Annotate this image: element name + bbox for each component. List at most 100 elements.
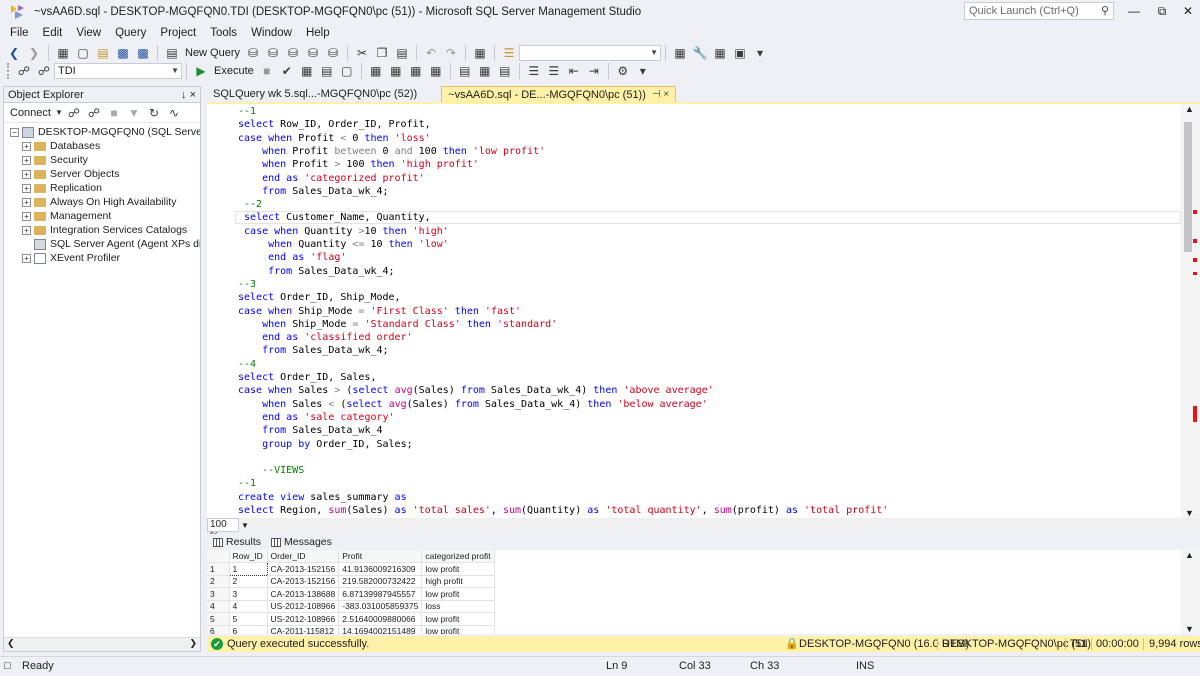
table-cell[interactable]: 2.51640009880066 [338,612,423,626]
code-line[interactable]: select Region, sum(Sales) as 'total sale… [207,504,1181,517]
table-cell[interactable]: 4 [229,600,268,613]
table-row[interactable]: 4 4 US-2012-108966 -383.031005859375 loss [207,600,495,613]
restore-button[interactable]: ⧉ [1150,3,1174,19]
table-cell[interactable]: CA-2013-152156 [267,562,340,576]
specify-template-values-icon[interactable]: ⚙ [614,62,632,80]
menu-edit[interactable]: Edit [36,24,70,42]
menu-window[interactable]: Window [244,24,299,42]
code-line[interactable]: --3 [207,278,1181,291]
code-line[interactable]: --1 [207,105,1181,118]
scroll-up-icon[interactable]: ▲ [1185,104,1194,114]
error-marker[interactable] [1193,210,1197,214]
code-line[interactable]: select Order_ID, Sales, [207,371,1181,384]
tree-node[interactable]: + Security [4,153,200,167]
table-cell[interactable]: 2 [229,575,268,588]
panel-pin-close-icons[interactable]: ↓ × [181,89,196,101]
increase-indent-icon[interactable]: ⇥ [585,62,603,80]
table-row[interactable]: 5 5 US-2012-108966 2.51640009880066 low prof… [207,612,495,626]
table-cell[interactable]: 6 [229,625,268,634]
tree-node[interactable]: + Always On High Availability [4,195,200,209]
row-number[interactable]: 3 [207,587,230,601]
scroll-left-icon[interactable]: ❮ [7,638,15,649]
results-to-grid-icon[interactable]: ▦ [476,62,494,80]
code-line[interactable]: --1 [207,477,1181,490]
tree-node[interactable]: SQL Server Agent (Agent XPs disabled [4,237,200,251]
table-cell[interactable]: CA-2011-115812 [267,625,340,634]
error-marker[interactable] [1193,258,1197,262]
code-line[interactable]: when Profit between 0 and 100 then 'low … [207,145,1181,158]
results-to-file-icon[interactable]: ▤ [496,62,514,80]
tree-node[interactable]: + XEvent Profiler [4,251,200,265]
menu-tools[interactable]: Tools [203,24,244,42]
table-cell[interactable]: 5 [229,612,268,626]
filter-icon[interactable]: ▼ [125,104,143,122]
client-statistics-icon[interactable]: ▦ [427,62,445,80]
editor-vertical-scrollbar[interactable]: ▲ ▼ [1181,104,1200,518]
code-line[interactable] [207,451,1181,464]
table-row[interactable]: 2 2 CA-2013-152156 219.582000732422 high pro… [207,575,495,588]
tab-sqlquery-wk5[interactable]: SQLQuery wk 5.sql...-MGQFQN0\pc (52)) [207,86,423,102]
table-row[interactable]: 6 6 CA-2011-115812 14.1694002151489 low prof… [207,625,495,634]
intellisense-icon[interactable]: ▦ [367,62,385,80]
decrease-indent-icon[interactable]: ⇤ [565,62,583,80]
menu-file[interactable]: File [3,24,36,42]
cancel-query-icon[interactable]: ■ [258,62,276,80]
code-line[interactable]: group by Order_ID, Sales; [207,438,1181,451]
expand-icon[interactable]: + [22,169,31,179]
table-cell[interactable]: low profit [421,587,495,601]
column-header[interactable]: Row_ID [229,550,268,563]
table-row[interactable]: 1 1 CA-2013-152156 41.9136009216309 low prof… [207,562,495,576]
table-cell[interactable]: 14.1694002151489 [338,625,423,634]
scroll-right-icon[interactable]: ❯ [189,638,197,649]
expand-icon[interactable]: + [22,141,31,151]
quick-launch-input[interactable]: Quick Launch (Ctrl+Q) ⚲ [964,2,1114,20]
menu-view[interactable]: View [69,24,108,42]
connect-icon[interactable]: ☍ [65,104,83,122]
scroll-up-icon[interactable]: ▲ [1185,550,1194,560]
results-to-text-icon[interactable]: ▤ [456,62,474,80]
code-line[interactable]: when Quantity <= 10 then 'low' [207,238,1181,251]
code-line[interactable]: when Ship_Mode = 'Standard Class' then '… [207,318,1181,331]
zoom-selector[interactable]: 100 % [207,518,239,542]
code-line[interactable]: end as 'categorized profit' [207,172,1181,185]
tab-pin-close-icons[interactable]: ⊣ × [652,87,669,103]
row-number[interactable]: 5 [207,612,230,626]
table-cell[interactable]: low profit [421,625,495,634]
code-line[interactable]: from Sales_Data_wk_4; [207,265,1181,278]
tree-node[interactable]: − DESKTOP-MGQFQN0 (SQL Server 16.0.10 [4,125,200,139]
table-cell[interactable]: loss [421,600,495,613]
uncomment-icon[interactable]: ☰ [545,62,563,80]
row-number[interactable]: 2 [207,575,230,588]
scrollbar-thumb[interactable] [1184,122,1192,252]
comment-icon[interactable]: ☰ [525,62,543,80]
tab-messages[interactable]: Messages [271,536,332,548]
find-combo[interactable]: ▼ [519,45,662,61]
code-line[interactable]: create view sales_summary as [207,491,1181,504]
new-query-button[interactable]: New Query [185,47,240,59]
table-cell[interactable]: low profit [421,562,495,576]
query-options-icon[interactable]: ▢ [338,62,356,80]
column-header[interactable]: categorized profit [421,550,495,563]
execute-button[interactable]: Execute [214,65,254,77]
tree-node[interactable]: + Management [4,209,200,223]
code-line[interactable]: case when Sales > (select avg(Sales) fro… [207,384,1181,397]
table-cell[interactable]: high profit [421,575,495,588]
results-vertical-scrollbar[interactable]: ▲ ▼ [1181,550,1200,634]
code-line[interactable]: from Sales_Data_wk_4; [207,185,1181,198]
table-cell[interactable]: 41.9136009216309 [338,562,423,576]
chevron-down-icon[interactable]: ▼ [55,104,63,122]
error-marker[interactable] [1193,239,1197,243]
table-row[interactable]: 3 3 CA-2013-138688 6.87139987945557 low prof… [207,587,495,601]
table-cell[interactable]: CA-2013-152156 [267,575,340,588]
stop-icon[interactable]: ■ [105,104,123,122]
code-line[interactable]: end as 'flag' [207,251,1181,264]
tree-node[interactable]: + Server Objects [4,167,200,181]
code-line[interactable]: from Sales_Data_wk_4 [207,424,1181,437]
tree-node[interactable]: + Databases [4,139,200,153]
code-line[interactable]: --4 [207,358,1181,371]
expand-icon[interactable]: + [22,225,31,235]
minimize-button[interactable]: — [1122,3,1146,19]
close-window-button[interactable]: ✕ [1176,3,1200,19]
expand-icon[interactable]: + [22,211,31,221]
refresh-icon[interactable]: ↻ [145,104,163,122]
